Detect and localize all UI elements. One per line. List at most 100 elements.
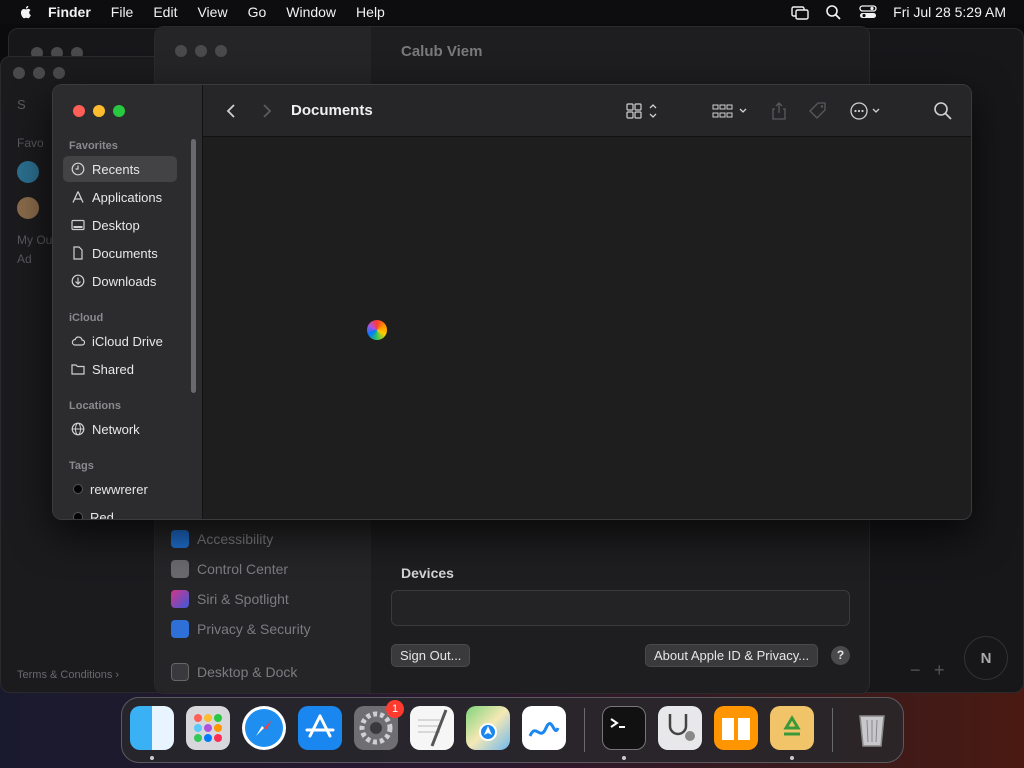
menu-app-name[interactable]: Finder (48, 4, 91, 20)
settings-window-controls (175, 45, 227, 57)
globe-icon (71, 422, 85, 436)
settings-item-siri[interactable]: Siri & Spotlight (171, 590, 289, 608)
bg-my-label: My Ou (17, 233, 53, 247)
bg-search-letter: S (17, 97, 26, 112)
close-button[interactable] (73, 105, 85, 117)
dock-app-books[interactable] (714, 706, 758, 750)
control-center-icon[interactable] (859, 4, 877, 20)
sidebar-item-tag-rewwrerer[interactable]: rewwrerer (63, 476, 177, 502)
zoom-in-icon[interactable]: + (934, 660, 945, 681)
dock-app-maps[interactable] (466, 706, 510, 750)
dock-app-app-store[interactable] (298, 706, 342, 750)
bg-add-label: Ad (17, 252, 32, 266)
settings-item-label: Accessibility (197, 531, 274, 547)
terms-link[interactable]: Terms & Conditions › (17, 669, 119, 681)
dock-app-archive-utility[interactable] (770, 706, 814, 750)
window-controls (73, 105, 125, 117)
siri-icon (171, 590, 189, 608)
sidebar-item-icloud-drive[interactable]: iCloud Drive (63, 328, 177, 354)
dock: 1 (121, 697, 904, 763)
view-mode-icon[interactable] (625, 101, 661, 121)
sidebar-item-label: iCloud Drive (92, 333, 163, 349)
dock-app-safari[interactable] (242, 706, 286, 750)
sidebar-scrollbar[interactable] (191, 139, 196, 393)
settings-item-desktop-dock[interactable]: Desktop & Dock (171, 663, 297, 681)
bg-home-icon (17, 161, 39, 183)
desktop-dock-icon (171, 663, 189, 681)
finder-toolbar: Documents (203, 85, 971, 137)
finder-window: Favorites Recents Applications Desktop D… (52, 84, 972, 520)
dock-app-system-settings[interactable]: 1 (354, 700, 404, 750)
recycle-icon (783, 715, 801, 736)
finder-sidebar: Favorites Recents Applications Desktop D… (53, 85, 203, 519)
tag-icon[interactable] (807, 101, 829, 121)
spotlight-search-icon[interactable] (825, 4, 843, 20)
finder-content-area[interactable] (203, 137, 971, 519)
shared-folder-icon (71, 364, 85, 375)
stethoscope-icon (668, 714, 695, 741)
menu-clock[interactable]: Fri Jul 28 5:29 AM (893, 4, 1006, 20)
sidebar-item-tag-red[interactable]: Red (63, 504, 177, 519)
settings-item-privacy[interactable]: Privacy & Security (171, 620, 311, 638)
back-icon[interactable] (221, 101, 241, 121)
tags-section-title: Tags (69, 460, 94, 472)
zoom-out-icon[interactable]: − (910, 660, 921, 681)
dock-app-launchpad[interactable] (186, 706, 230, 750)
sign-out-button[interactable]: Sign Out... (391, 644, 471, 667)
menu-file[interactable]: File (111, 4, 134, 20)
group-by-icon[interactable] (711, 101, 751, 121)
help-button[interactable]: ? (831, 646, 850, 665)
sidebar-item-network[interactable]: Network (63, 416, 177, 442)
dock-app-freeform[interactable] (522, 706, 566, 750)
menu-view[interactable]: View (197, 4, 227, 20)
dock-separator (584, 708, 585, 752)
sidebar-item-documents[interactable]: Documents (63, 240, 177, 266)
settings-item-control-center[interactable]: Control Center (171, 560, 288, 578)
share-icon[interactable] (769, 101, 789, 121)
sidebar-item-recents[interactable]: Recents (63, 156, 177, 182)
sidebar-item-desktop[interactable]: Desktop (63, 212, 177, 238)
privacy-hand-icon (171, 620, 189, 638)
screen-mirroring-icon[interactable] (791, 4, 809, 20)
cloud-icon (71, 336, 85, 346)
settings-item-label: Privacy & Security (197, 621, 311, 637)
sidebar-item-label: rewwrerer (90, 481, 148, 497)
applications-icon (72, 191, 84, 203)
forward-icon[interactable] (257, 101, 277, 121)
dock-separator (832, 708, 833, 752)
sidebar-item-label: Shared (92, 361, 134, 377)
app-store-icon (305, 714, 335, 738)
sidebar-item-shared[interactable]: Shared (63, 356, 177, 382)
download-icon (71, 274, 85, 288)
control-center-settings-icon (171, 560, 189, 578)
safari-compass-icon (245, 709, 283, 747)
launchpad-icon (194, 714, 222, 742)
menu-window[interactable]: Window (286, 4, 336, 20)
dock-app-disk-utility[interactable] (658, 706, 702, 750)
search-icon[interactable] (933, 101, 953, 121)
menu-help[interactable]: Help (356, 4, 385, 20)
tag-color-dot (73, 512, 83, 519)
sidebar-item-downloads[interactable]: Downloads (63, 268, 177, 294)
terminal-icon (610, 718, 625, 728)
apple-logo-icon[interactable] (18, 4, 34, 20)
menu-edit[interactable]: Edit (153, 4, 177, 20)
settings-item-accessibility[interactable]: Accessibility (171, 530, 273, 548)
maps-icon (479, 723, 497, 741)
minimize-button[interactable] (93, 105, 105, 117)
menu-go[interactable]: Go (248, 4, 267, 20)
map-compass[interactable]: N (964, 636, 1008, 680)
compass-label: N (980, 649, 992, 667)
dock-app-textedit[interactable] (410, 706, 454, 750)
loading-spinner-icon (367, 320, 387, 340)
sidebar-item-applications[interactable]: Applications (63, 184, 177, 210)
trash-icon (859, 715, 885, 747)
zoom-button[interactable] (113, 105, 125, 117)
about-apple-id-button[interactable]: About Apple ID & Privacy... (645, 644, 819, 667)
sidebar-item-label: Documents (92, 245, 158, 261)
more-actions-icon[interactable] (849, 101, 889, 121)
dock-app-finder[interactable] (130, 706, 174, 750)
dock-app-terminal[interactable] (602, 706, 646, 750)
sidebar-item-label: Recents (92, 161, 140, 177)
dock-trash[interactable] (850, 706, 894, 750)
